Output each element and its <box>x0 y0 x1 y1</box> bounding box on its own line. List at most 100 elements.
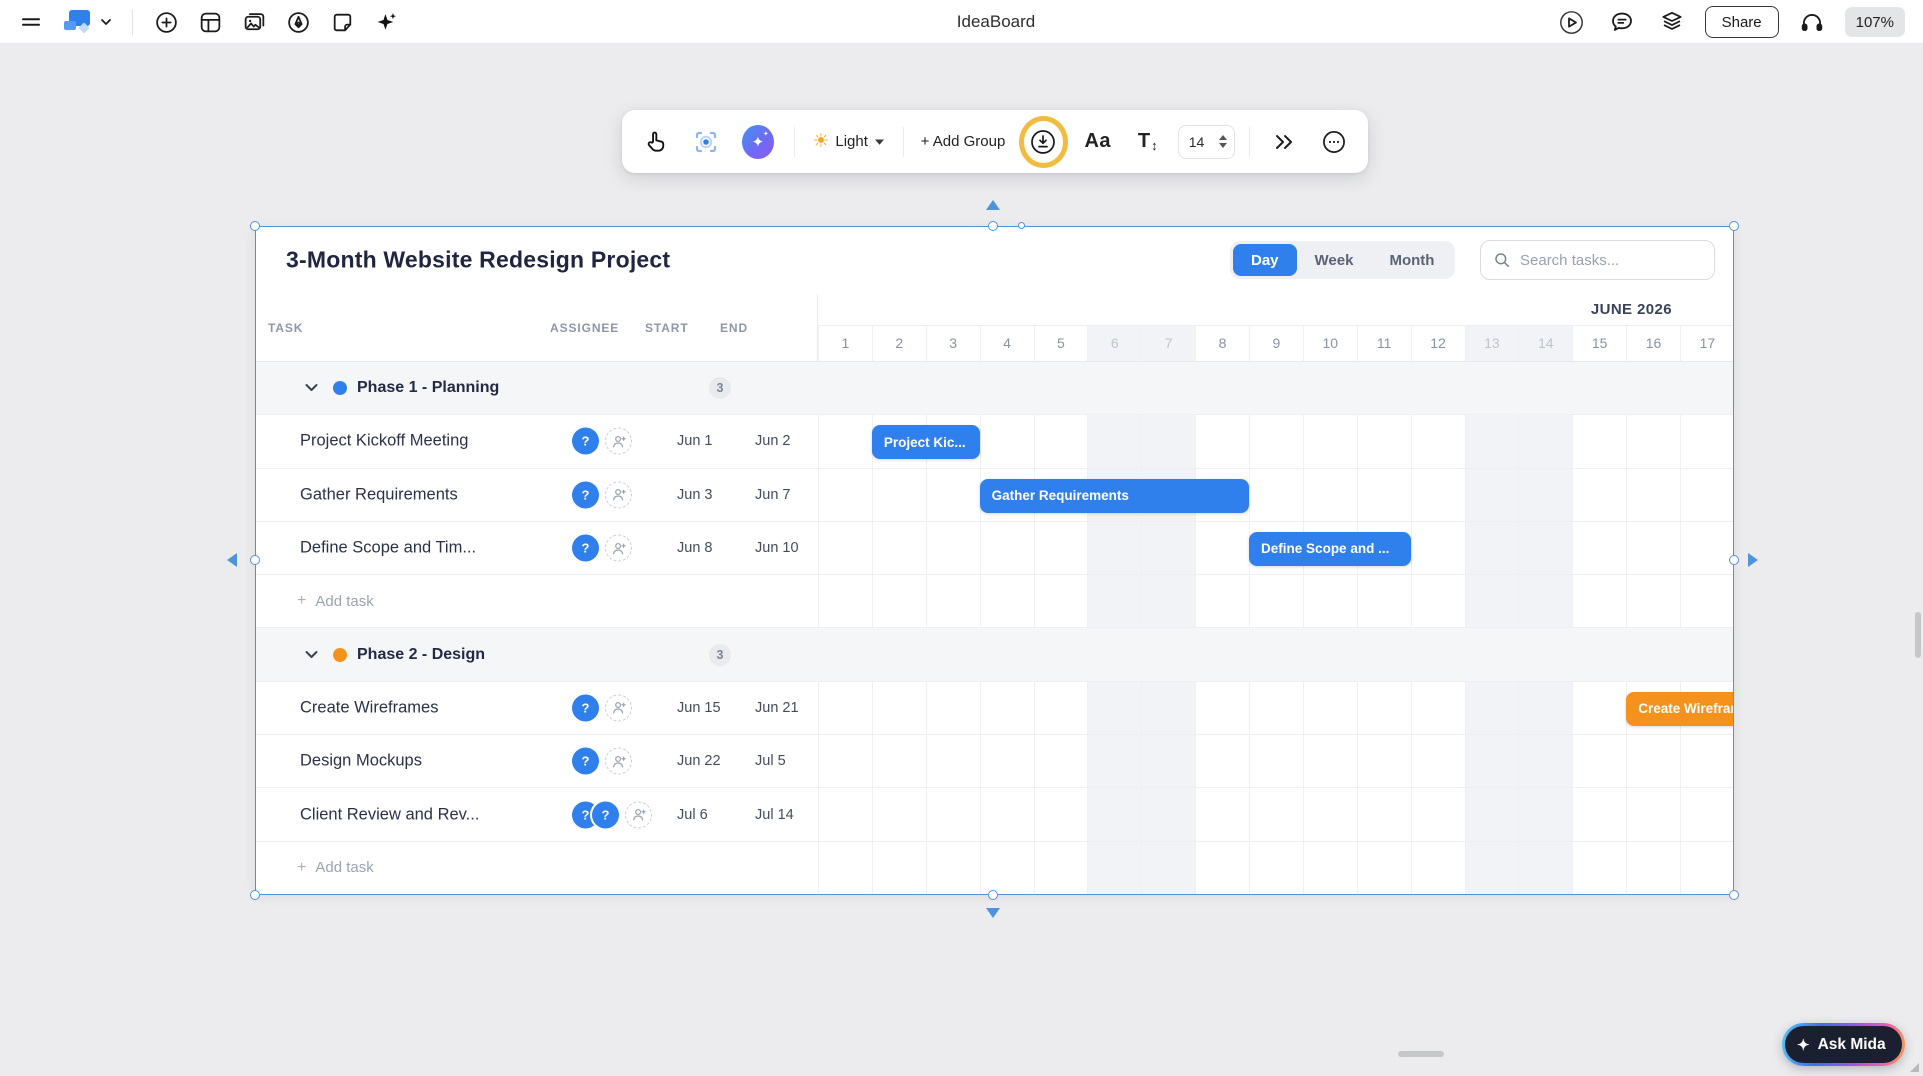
add-assignee-button[interactable] <box>605 481 632 508</box>
task-start-date[interactable]: Jun 22 <box>677 753 721 769</box>
zoom-level-badge[interactable]: 107% <box>1845 7 1905 37</box>
layers-button[interactable] <box>1655 5 1689 39</box>
font-size-stepper[interactable]: 14 <box>1178 125 1235 159</box>
task-end-date[interactable]: Jun 2 <box>755 433 790 449</box>
task-row[interactable]: Define Scope and Tim...? Jun 8 Jun 10 Defin… <box>255 522 1734 575</box>
add-assignee-button[interactable] <box>605 694 632 721</box>
present-button[interactable] <box>1555 5 1589 39</box>
assignee-avatar[interactable]: ? <box>572 748 599 775</box>
resize-grip[interactable] <box>1910 1063 1919 1072</box>
add-task-button[interactable]: +Add task <box>255 575 1734 627</box>
assignee-avatar[interactable]: ? <box>592 801 619 828</box>
add-task-button[interactable]: +Add task <box>255 842 1734 894</box>
add-element-button[interactable] <box>149 5 183 39</box>
task-end-date[interactable]: Jul 14 <box>755 807 794 823</box>
pen-tool-button[interactable] <box>281 5 315 39</box>
stepper-down-icon[interactable] <box>1219 143 1227 148</box>
add-task-row[interactable]: +Add task <box>255 842 1734 895</box>
selection-handle-n[interactable] <box>988 221 998 231</box>
selection-handle-se[interactable] <box>1729 890 1739 900</box>
comments-button[interactable] <box>1605 5 1639 39</box>
task-end-date[interactable]: Jun 21 <box>755 700 799 716</box>
stepper-up-icon[interactable] <box>1219 135 1227 140</box>
more-options-button[interactable] <box>1314 120 1354 164</box>
task-start-date[interactable]: Jul 6 <box>677 807 708 823</box>
font-style-button[interactable]: Aa <box>1078 120 1118 164</box>
expand-right-arrow[interactable] <box>1748 553 1758 567</box>
sticky-note-button[interactable] <box>325 5 359 39</box>
add-assignee-button[interactable] <box>605 428 632 455</box>
task-name[interactable]: Gather Requirements <box>300 485 458 504</box>
gantt-bar[interactable]: Define Scope and ... <box>1249 532 1411 566</box>
add-group-button[interactable]: + Add Group <box>917 120 1008 164</box>
task-start-date[interactable]: Jun 1 <box>677 433 712 449</box>
collapse-chevron-icon[interactable] <box>305 650 318 659</box>
task-start-date[interactable]: Jun 3 <box>677 487 712 503</box>
theme-dropdown[interactable]: ☀ Light <box>809 120 889 164</box>
task-name[interactable]: Client Review and Rev... <box>300 805 479 824</box>
board-title[interactable]: IdeaBoard <box>957 0 1035 44</box>
expand-left-arrow[interactable] <box>227 553 237 567</box>
task-row[interactable]: Client Review and Rev...??Jul 6Jul 14 <box>255 788 1734 841</box>
gantt-bar[interactable]: Project Kic... <box>872 425 980 459</box>
collapse-chevron-icon[interactable] <box>305 384 318 393</box>
assignee-avatar[interactable]: ? <box>572 428 599 455</box>
selection-handle-nw[interactable] <box>250 221 260 231</box>
task-row[interactable]: Create Wireframes? Jun 15 Jun 21 Create Wir… <box>255 682 1734 735</box>
selection-handle-w[interactable] <box>250 555 260 565</box>
task-row[interactable]: Project Kickoff Meeting? Jun 1 Jun 2 Projec… <box>255 415 1734 468</box>
expand-down-arrow[interactable] <box>986 908 1000 918</box>
gantt-bar[interactable]: Create Wireframes <box>1626 692 1734 726</box>
audio-button[interactable] <box>1795 5 1829 39</box>
assignee-avatar[interactable]: ? <box>572 481 599 508</box>
share-button[interactable]: Share <box>1705 6 1779 38</box>
expand-up-arrow[interactable] <box>986 200 1000 210</box>
task-name[interactable]: Design Mockups <box>300 752 422 771</box>
task-row[interactable]: Design Mockups?Jun 22Jul 5Design Mockups <box>255 735 1734 788</box>
project-title[interactable]: 3-Month Website Redesign Project <box>286 247 670 274</box>
task-end-date[interactable]: Jun 7 <box>755 487 790 503</box>
ask-mida-button[interactable]: ✦ Ask Mida <box>1782 1023 1905 1066</box>
template-button[interactable] <box>193 5 227 39</box>
task-row[interactable]: Gather Requirements? Jun 3 Jun 7 Gather Req… <box>255 469 1734 522</box>
main-menu-button[interactable] <box>14 5 48 39</box>
selection-handle-ne[interactable] <box>1729 221 1739 231</box>
add-assignee-button[interactable] <box>605 535 632 562</box>
selection-handle-n2[interactable] <box>1018 222 1025 229</box>
group-row-1[interactable]: Phase 1 - Planning3 <box>255 362 1734 415</box>
task-end-date[interactable]: Jun 10 <box>755 540 799 556</box>
task-start-date[interactable]: Jun 15 <box>677 700 721 716</box>
task-end-date[interactable]: Jul 5 <box>755 753 786 769</box>
tab-month[interactable]: Month <box>1371 244 1452 276</box>
vertical-scrollbar[interactable] <box>1915 612 1921 658</box>
task-name[interactable]: Create Wireframes <box>300 698 438 717</box>
tab-day[interactable]: Day <box>1233 244 1297 276</box>
board-logo-button[interactable] <box>58 5 116 39</box>
gantt-widget[interactable]: 3-Month Website Redesign Project Day Wee… <box>255 226 1734 895</box>
gantt-bar[interactable]: Gather Requirements <box>980 479 1249 513</box>
task-name[interactable]: Define Scope and Tim... <box>300 539 476 558</box>
ai-tools-button[interactable] <box>369 5 403 39</box>
task-name[interactable]: Project Kickoff Meeting <box>300 432 468 451</box>
horizontal-scrollbar[interactable] <box>1398 1051 1444 1057</box>
add-assignee-button[interactable] <box>605 748 632 775</box>
ai-generate-button[interactable]: ✦✦ <box>736 120 780 164</box>
media-button[interactable] <box>237 5 271 39</box>
group-row-2[interactable]: Phase 2 - Design3 <box>255 628 1734 681</box>
selection-handle-sw[interactable] <box>250 890 260 900</box>
task-search[interactable] <box>1480 240 1715 280</box>
export-button-highlighted[interactable] <box>1019 116 1068 168</box>
select-tool-button[interactable] <box>636 120 676 164</box>
assignee-avatar[interactable]: ? <box>572 694 599 721</box>
selection-handle-s[interactable] <box>988 890 998 900</box>
focus-frame-button[interactable] <box>686 120 726 164</box>
search-input[interactable] <box>1520 252 1719 269</box>
tab-week[interactable]: Week <box>1297 244 1372 276</box>
add-assignee-button[interactable] <box>625 801 652 828</box>
add-task-row[interactable]: +Add task <box>255 575 1734 628</box>
text-size-button[interactable]: T↕ <box>1128 120 1168 164</box>
task-start-date[interactable]: Jun 8 <box>677 540 712 556</box>
selection-handle-e[interactable] <box>1729 555 1739 565</box>
assignee-avatar[interactable]: ? <box>572 535 599 562</box>
expand-toolbar-button[interactable] <box>1264 120 1304 164</box>
